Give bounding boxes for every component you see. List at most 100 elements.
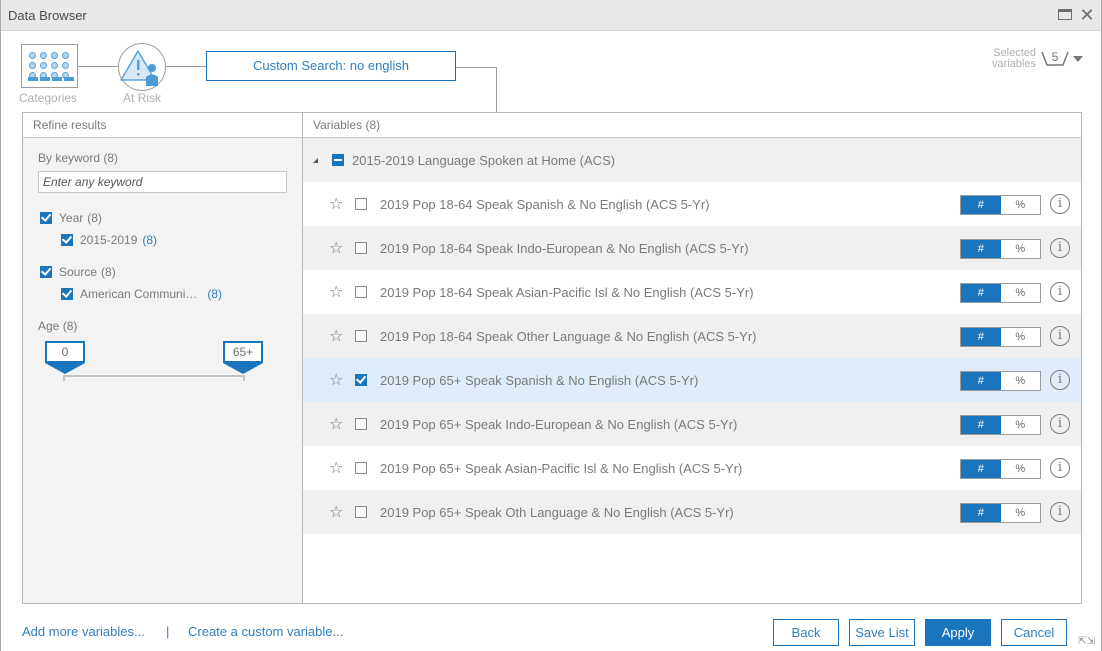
link-separator: | <box>166 624 170 639</box>
selected-variables-dropdown[interactable]: Selected variables 5 <box>986 48 1083 70</box>
step-label-categories[interactable]: Categories <box>19 91 77 105</box>
keyword-input[interactable] <box>38 171 287 193</box>
selected-count: 5 <box>1051 50 1059 64</box>
favorite-star-icon[interactable]: ☆ <box>329 502 343 522</box>
step-label-at-risk[interactable]: At Risk <box>123 91 161 105</box>
variable-checkbox[interactable] <box>355 286 367 298</box>
age-min-handle[interactable]: 0 <box>45 341 85 374</box>
percent-option[interactable]: % <box>1001 416 1041 434</box>
favorite-star-icon[interactable]: ☆ <box>329 194 343 214</box>
count-percent-toggle[interactable]: #% <box>960 239 1041 259</box>
percent-option[interactable]: % <box>1001 372 1041 390</box>
cancel-button[interactable]: Cancel <box>1001 619 1067 646</box>
favorite-star-icon[interactable]: ☆ <box>329 370 343 390</box>
variable-group-row[interactable]: 2015-2019 Language Spoken at Home (ACS) <box>303 138 1081 182</box>
count-option[interactable]: # <box>961 416 1001 434</box>
percent-option[interactable]: % <box>1001 460 1041 478</box>
apply-button[interactable]: Apply <box>925 619 991 646</box>
favorite-star-icon[interactable]: ☆ <box>329 282 343 302</box>
variable-checkbox[interactable] <box>355 198 367 210</box>
count-percent-toggle[interactable]: #% <box>960 459 1041 479</box>
percent-option[interactable]: % <box>1001 240 1041 258</box>
variable-row[interactable]: ☆ 2019 Pop 18-64 Speak Other Language & N… <box>303 314 1081 358</box>
variable-row[interactable]: ☆ 2019 Pop 18-64 Speak Spanish & No Engli… <box>303 182 1081 226</box>
resize-handle-icon[interactable]: ⇱⇲ <box>1078 636 1095 647</box>
maximize-icon[interactable] <box>1057 7 1073 23</box>
variable-row[interactable]: ☆ 2019 Pop 18-64 Speak Asian-Pacific Isl … <box>303 270 1081 314</box>
variable-checkbox[interactable] <box>355 374 367 386</box>
info-icon[interactable]: i <box>1050 414 1070 434</box>
info-icon[interactable]: i <box>1050 282 1070 302</box>
info-icon[interactable]: i <box>1050 370 1070 390</box>
variable-checkbox[interactable] <box>355 330 367 342</box>
at-risk-warning-icon[interactable] <box>118 43 166 91</box>
filter-year-2015-2019-checkbox[interactable]: 2015-2019 (8) <box>61 233 157 247</box>
checkbox-checked-icon <box>40 266 52 278</box>
percent-option[interactable]: % <box>1001 504 1041 522</box>
window-title: Data Browser <box>8 8 87 23</box>
refine-results-header: Refine results <box>23 113 302 138</box>
save-list-button[interactable]: Save List <box>849 619 915 646</box>
favorite-star-icon[interactable]: ☆ <box>329 326 343 346</box>
count-option[interactable]: # <box>961 504 1001 522</box>
age-max-handle[interactable]: 65+ <box>223 341 263 374</box>
filter-source-checkbox[interactable]: Source (8) <box>40 265 116 279</box>
categories-grid-icon[interactable] <box>21 44 78 88</box>
variable-row[interactable]: ☆ 2019 Pop 18-64 Speak Indo-European & No… <box>303 226 1081 270</box>
close-icon[interactable]: ✕ <box>1079 6 1095 24</box>
refine-results-panel: Refine results By keyword (8) Year(8) 20… <box>22 112 303 604</box>
percent-option[interactable]: % <box>1001 328 1041 346</box>
variable-checkbox[interactable] <box>355 506 367 518</box>
info-icon[interactable]: i <box>1050 194 1070 214</box>
flow-connector <box>456 67 497 68</box>
info-icon[interactable]: i <box>1050 458 1070 478</box>
count-percent-toggle[interactable]: #% <box>960 415 1041 435</box>
variable-checkbox[interactable] <box>355 242 367 254</box>
variable-row[interactable]: ☆ 2019 Pop 65+ Speak Indo-European & No E… <box>303 402 1081 446</box>
create-custom-variable-link[interactable]: Create a custom variable... <box>188 624 343 639</box>
count-percent-toggle[interactable]: #% <box>960 371 1041 391</box>
checkbox-checked-icon <box>40 212 52 224</box>
variable-label: 2019 Pop 65+ Speak Asian-Pacific Isl & N… <box>380 460 743 476</box>
filter-year-checkbox[interactable]: Year (8) <box>40 211 102 225</box>
variable-label: 2019 Pop 18-64 Speak Spanish & No Englis… <box>380 196 710 212</box>
age-filter-label: Age (8) <box>38 319 78 333</box>
info-icon[interactable]: i <box>1050 326 1070 346</box>
variable-checkbox[interactable] <box>355 462 367 474</box>
current-step-custom-search[interactable]: Custom Search: no english <box>206 51 456 81</box>
favorite-star-icon[interactable]: ☆ <box>329 414 343 434</box>
count-option[interactable]: # <box>961 328 1001 346</box>
count-percent-toggle[interactable]: #% <box>960 283 1041 303</box>
expand-triangle-icon[interactable] <box>313 157 318 163</box>
count-percent-toggle[interactable]: #% <box>960 195 1041 215</box>
flow-connector <box>166 66 206 67</box>
count-percent-toggle[interactable]: #% <box>960 327 1041 347</box>
percent-option[interactable]: % <box>1001 284 1041 302</box>
count-option[interactable]: # <box>961 284 1001 302</box>
group-partial-checkbox[interactable] <box>332 154 344 166</box>
favorite-star-icon[interactable]: ☆ <box>329 458 343 478</box>
info-icon[interactable]: i <box>1050 238 1070 258</box>
filter-source-acs-checkbox[interactable]: American Communi… (8) <box>61 287 222 301</box>
favorite-star-icon[interactable]: ☆ <box>329 238 343 258</box>
variable-label: 2019 Pop 65+ Speak Spanish & No English … <box>380 372 699 388</box>
checkbox-checked-icon <box>61 234 73 246</box>
variable-label: 2019 Pop 18-64 Speak Asian-Pacific Isl &… <box>380 284 754 300</box>
flow-connector <box>78 66 118 67</box>
variable-row[interactable]: ☆ 2019 Pop 65+ Speak Oth Language & No En… <box>303 490 1081 534</box>
back-button[interactable]: Back <box>773 619 839 646</box>
data-browser-window: Data Browser ✕ Categories At Risk Custom… <box>0 0 1102 651</box>
count-percent-toggle[interactable]: #% <box>960 503 1041 523</box>
count-option[interactable]: # <box>961 460 1001 478</box>
variable-row[interactable]: ☆ 2019 Pop 65+ Speak Asian-Pacific Isl & … <box>303 446 1081 490</box>
count-option[interactable]: # <box>961 372 1001 390</box>
count-option[interactable]: # <box>961 240 1001 258</box>
info-icon[interactable]: i <box>1050 502 1070 522</box>
count-option[interactable]: # <box>961 196 1001 214</box>
variable-checkbox[interactable] <box>355 418 367 430</box>
checkbox-checked-icon <box>61 288 73 300</box>
age-slider-track[interactable] <box>64 375 245 377</box>
percent-option[interactable]: % <box>1001 196 1041 214</box>
add-more-variables-link[interactable]: Add more variables... <box>22 624 145 639</box>
variable-row[interactable]: ☆ 2019 Pop 65+ Speak Spanish & No English… <box>303 358 1081 402</box>
